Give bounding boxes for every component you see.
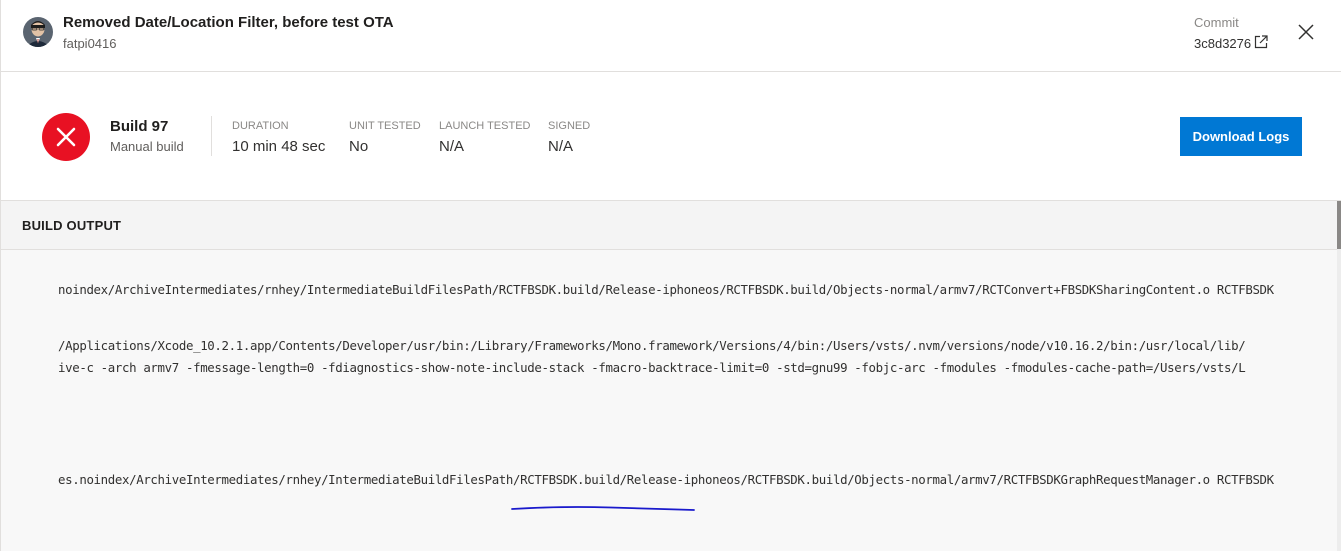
stat-label-launch-tested: LAUNCH TESTED	[439, 120, 531, 132]
build-type: Manual build	[110, 139, 184, 154]
output-scrollbar[interactable]	[1337, 201, 1341, 551]
external-link-icon	[1254, 35, 1268, 52]
close-button[interactable]	[1295, 21, 1317, 43]
build-details-panel: Removed Date/Location Filter, before tes…	[0, 0, 1341, 551]
log-line: es.noindex/ArchiveIntermediates/rnhey/In…	[58, 472, 1274, 487]
build-output-header: BUILD OUTPUT	[1, 201, 1341, 250]
log-line: noindex/ArchiveIntermediates/rnhey/Inter…	[58, 282, 1274, 297]
close-icon	[1295, 24, 1317, 47]
stat-label-signed: SIGNED	[548, 120, 591, 132]
commit-header: Removed Date/Location Filter, before tes…	[1, 0, 1341, 72]
stat-label-unit-tested: UNIT TESTED	[349, 120, 421, 132]
commit-hash: 3c8d3276	[1194, 36, 1252, 51]
build-name: Build 97	[110, 118, 169, 135]
log-line: ive-c -arch armv7 -fmessage-length=0 -fd…	[58, 360, 1246, 375]
scrollbar-thumb[interactable]	[1337, 201, 1341, 249]
build-summary: Build 97 Manual build DURATION 10 min 48…	[1, 72, 1341, 201]
build-output-title: BUILD OUTPUT	[22, 218, 122, 233]
underline-annotation	[511, 502, 696, 520]
summary-divider	[211, 116, 212, 156]
stat-label-duration: DURATION	[232, 120, 289, 132]
stat-value-unit-tested: No	[349, 138, 369, 155]
close-circle-icon	[42, 113, 90, 161]
commit-message: Removed Date/Location Filter, before tes…	[63, 14, 394, 31]
log-line: /Applications/Xcode_10.2.1.app/Contents/…	[58, 338, 1246, 353]
stat-value-signed: N/A	[548, 138, 574, 155]
commit-author: fatpi0416	[63, 36, 117, 51]
download-logs-button[interactable]: Download Logs	[1180, 117, 1302, 156]
commit-hash-link[interactable]: 3c8d3276	[1194, 35, 1268, 52]
stat-value-launch-tested: N/A	[439, 138, 465, 155]
stat-value-duration: 10 min 48 sec	[232, 138, 326, 155]
avatar	[23, 17, 53, 47]
commit-label: Commit	[1194, 15, 1239, 30]
